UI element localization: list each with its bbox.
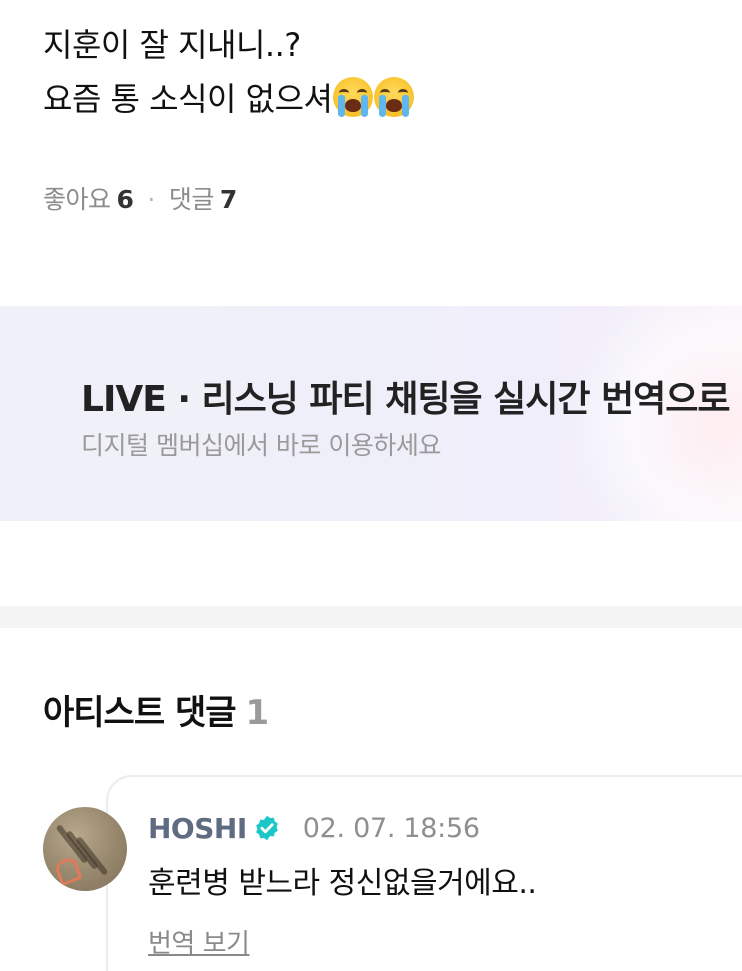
- post-detail-page: 지훈이 잘 지내니..? 요즘 통 소식이 없으셔 좋아요 6 · 댓글 7 LIVE …: [0, 0, 742, 971]
- translate-link[interactable]: 번역 보기: [148, 923, 250, 960]
- promo-banner[interactable]: LIVE · 리스닝 파티 채팅을 실시간 번역으로 디지털 멤버십에서 바로 …: [0, 306, 742, 521]
- likes-button[interactable]: 좋아요 6: [43, 185, 134, 214]
- section-divider: [0, 606, 742, 628]
- comments-label: 댓글: [168, 185, 215, 214]
- verified-badge-icon: [255, 815, 278, 841]
- stats-separator: ·: [147, 185, 155, 214]
- comment-timestamp: 02. 07. 18:56: [302, 812, 480, 844]
- post-stats: 좋아요 6 · 댓글 7: [43, 180, 237, 220]
- loudly-crying-face-icon: [333, 77, 374, 117]
- post-text-line-2-text: 요즘 통 소식이 없으셔: [43, 80, 333, 118]
- comments-button[interactable]: 댓글 7: [169, 185, 237, 214]
- artist-comments-header: 아티스트 댓글 1: [43, 685, 270, 734]
- likes-label: 좋아요: [43, 185, 111, 214]
- post-text-line-1: 지훈이 잘 지내니..?: [43, 26, 301, 64]
- avatar[interactable]: [43, 807, 127, 891]
- comment-author-name[interactable]: HOSHI: [148, 812, 247, 845]
- promo-title: LIVE · 리스닝 파티 채팅을 실시간 번역으로: [81, 379, 730, 420]
- comment-author-row: HOSHI 02. 07. 18:56: [148, 808, 480, 848]
- loudly-crying-face-icon: [374, 77, 415, 117]
- likes-count: 6: [116, 185, 134, 214]
- post-text-line-2: 요즘 통 소식이 없으셔: [43, 72, 723, 126]
- comments-count: 7: [219, 185, 237, 214]
- artist-comments-title: 아티스트 댓글: [43, 693, 237, 733]
- artist-comments-count: 1: [245, 693, 270, 733]
- post-body: 지훈이 잘 지내니..? 요즘 통 소식이 없으셔: [43, 18, 723, 126]
- promo-subtitle: 디지털 멤버십에서 바로 이용하세요: [81, 431, 441, 460]
- comment-text: 훈련병 받느라 정신없을거에요..: [148, 866, 537, 901]
